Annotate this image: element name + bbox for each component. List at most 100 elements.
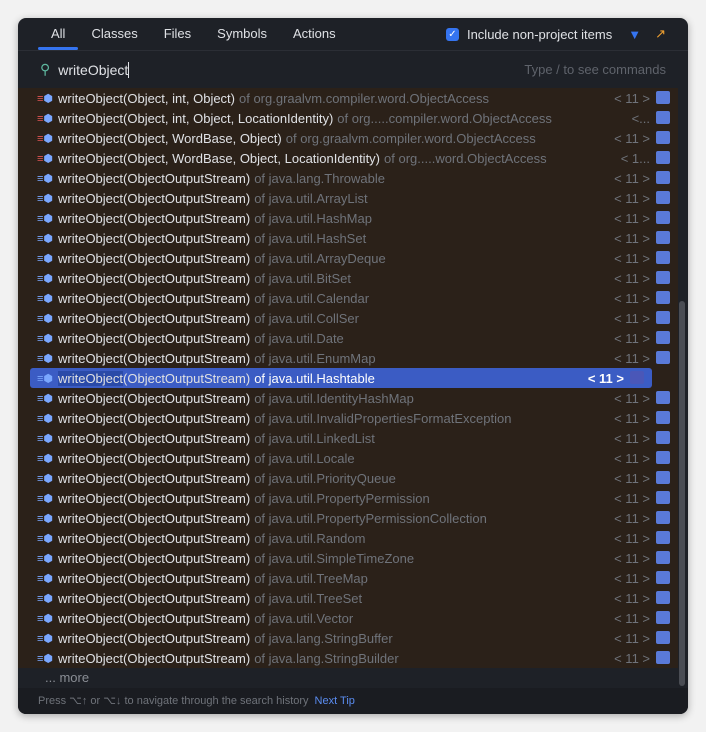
result-row[interactable]: ≡⬢ writeObject(ObjectOutputStream) of java…: [18, 408, 678, 428]
folder-icon: [656, 531, 670, 544]
folder-icon: [656, 591, 670, 604]
result-version: < 11 >: [614, 430, 650, 446]
result-row[interactable]: ≡⬢ writeObject(ObjectOutputStream) of java…: [18, 228, 678, 248]
result-location: of java.util.Hashtable: [254, 370, 375, 386]
scrollbar[interactable]: [679, 301, 685, 686]
result-row[interactable]: ≡⬢ writeObject(ObjectOutputStream) of java…: [18, 588, 678, 608]
result-row[interactable]: ≡⬢ writeObject(ObjectOutputStream) of java…: [18, 528, 678, 548]
result-location: of java.util.PropertyPermissionCollectio…: [254, 510, 487, 526]
folder-icon: [656, 611, 670, 624]
result-row[interactable]: ≡⬢ writeObject(ObjectOutputStream) of java…: [18, 568, 678, 588]
result-row[interactable]: ≡⬢ writeObject(Object, int, Object, Locat…: [18, 108, 678, 128]
folder-icon: [656, 171, 670, 184]
search-field[interactable]: ⚲ writeObject Type / to see commands: [18, 51, 688, 88]
result-row[interactable]: ≡⬢ writeObject(ObjectOutputStream) of java…: [18, 328, 678, 348]
method-icon: ≡⬢: [37, 292, 54, 305]
method-icon: ≡⬢: [37, 132, 54, 145]
method-icon: ≡⬢: [37, 232, 54, 245]
folder-icon: [656, 351, 670, 364]
result-version: < 11 >: [614, 270, 650, 286]
method-icon: ≡⬢: [37, 352, 54, 365]
result-name: writeObject(ObjectOutputStream): [58, 190, 251, 206]
result-name: writeObject(ObjectOutputStream): [58, 430, 251, 446]
method-icon: ≡⬢: [37, 412, 54, 425]
result-row[interactable]: ≡⬢ writeObject(ObjectOutputStream) of java…: [18, 288, 678, 308]
result-row[interactable]: ≡⬢ writeObject(Object, int, Object) of org…: [18, 88, 678, 108]
result-row[interactable]: ≡⬢ writeObject(ObjectOutputStream) of java…: [18, 188, 678, 208]
tab-bar: All Classes Files Symbols Actions ✓ Incl…: [18, 18, 688, 51]
folder-icon: [656, 291, 670, 304]
result-row[interactable]: ≡⬢ writeObject(ObjectOutputStream) of java…: [18, 508, 678, 528]
filter-icon[interactable]: ▼: [628, 27, 641, 42]
result-location: of java.util.InvalidPropertiesFormatExce…: [254, 410, 512, 426]
result-row[interactable]: ≡⬢ writeObject(ObjectOutputStream) of java…: [18, 208, 678, 228]
folder-icon: [656, 551, 670, 564]
method-icon: ≡⬢: [37, 592, 54, 605]
result-row[interactable]: ≡⬢ writeObject(ObjectOutputStream) of java…: [18, 488, 678, 508]
result-version: < 11 >: [614, 410, 650, 426]
include-checkbox[interactable]: ✓: [445, 27, 459, 41]
results-list: ≡⬢ writeObject(Object, int, Object) of org…: [18, 88, 678, 668]
result-version: <...: [631, 110, 650, 126]
method-icon: ≡⬢: [37, 472, 54, 485]
result-name: writeObject(ObjectOutputStream): [58, 350, 251, 366]
result-version: < 11 >: [614, 650, 650, 666]
search-input[interactable]: writeObject: [58, 62, 128, 78]
result-name: writeObject(ObjectOutputStream): [58, 470, 251, 486]
tab-actions[interactable]: Actions: [280, 18, 349, 50]
result-row[interactable]: ≡⬢ writeObject(ObjectOutputStream) of java…: [18, 168, 678, 188]
method-icon: ≡⬢: [37, 532, 54, 545]
result-row[interactable]: ≡⬢ writeObject(Object, WordBase, Object, …: [18, 148, 678, 168]
result-row[interactable]: ≡⬢ writeObject(ObjectOutputStream) of java…: [18, 448, 678, 468]
result-row[interactable]: ≡⬢ writeObject(ObjectOutputStream) of java…: [18, 608, 678, 628]
result-row[interactable]: ≡⬢ writeObject(ObjectOutputStream) of java…: [18, 308, 678, 328]
tab-symbols[interactable]: Symbols: [204, 18, 280, 50]
method-icon: ≡⬢: [37, 312, 54, 325]
result-location: of java.lang.StringBuffer: [254, 630, 393, 646]
result-name: writeObject(ObjectOutputStream): [58, 630, 251, 646]
result-name: writeObject(ObjectOutputStream): [58, 250, 251, 266]
result-row[interactable]: ≡⬢ writeObject(ObjectOutputStream) of java…: [18, 548, 678, 568]
method-icon: ≡⬢: [37, 192, 54, 205]
folder-icon: [656, 211, 670, 224]
result-row[interactable]: ≡⬢ writeObject(ObjectOutputStream) of java…: [18, 388, 678, 408]
tab-all[interactable]: All: [38, 18, 79, 50]
result-version: < 11 >: [614, 530, 650, 546]
result-row[interactable]: ≡⬢ writeObject(ObjectOutputStream) of java…: [18, 428, 678, 448]
next-tip-link[interactable]: Next Tip: [315, 695, 355, 707]
result-row[interactable]: ≡⬢ writeObject(ObjectOutputStream) of java…: [18, 628, 678, 648]
result-name: writeObject(ObjectOutputStream): [58, 410, 251, 426]
result-location: of java.util.PriorityQueue: [254, 470, 396, 486]
result-name: writeObject(ObjectOutputStream): [58, 370, 251, 386]
result-row[interactable]: ≡⬢ writeObject(ObjectOutputStream) of java…: [30, 368, 652, 388]
result-row[interactable]: ≡⬢ writeObject(ObjectOutputStream) of java…: [18, 468, 678, 488]
method-icon: ≡⬢: [37, 392, 54, 405]
result-version: < 11 >: [614, 90, 650, 106]
result-name: writeObject(ObjectOutputStream): [58, 210, 251, 226]
result-name: writeObject(ObjectOutputStream): [58, 490, 251, 506]
method-icon: ≡⬢: [37, 432, 54, 445]
folder-icon: [656, 631, 670, 644]
folder-icon: [656, 271, 670, 284]
method-icon: ≡⬢: [37, 512, 54, 525]
result-version: < 11 >: [614, 550, 650, 566]
result-row[interactable]: ≡⬢ writeObject(ObjectOutputStream) of java…: [18, 348, 678, 368]
more-link[interactable]: ... more: [18, 668, 678, 688]
folder-icon: [656, 651, 670, 664]
result-row[interactable]: ≡⬢ writeObject(ObjectOutputStream) of java…: [18, 648, 678, 668]
method-icon: ≡⬢: [37, 112, 54, 125]
folder-icon: [656, 411, 670, 424]
result-name: writeObject(ObjectOutputStream): [58, 330, 251, 346]
result-location: of java.util.IdentityHashMap: [254, 390, 414, 406]
method-icon: ≡⬢: [37, 572, 54, 585]
result-row[interactable]: ≡⬢ writeObject(ObjectOutputStream) of java…: [18, 248, 678, 268]
result-row[interactable]: ≡⬢ writeObject(Object, WordBase, Object) o…: [18, 128, 678, 148]
result-name: writeObject(ObjectOutputStream): [58, 390, 251, 406]
folder-icon: [656, 311, 670, 324]
include-label[interactable]: Include non-project items: [467, 27, 612, 42]
result-row[interactable]: ≡⬢ writeObject(ObjectOutputStream) of java…: [18, 268, 678, 288]
tab-classes[interactable]: Classes: [78, 18, 150, 50]
open-in-window-icon[interactable]: ↗: [655, 26, 666, 42]
tab-files[interactable]: Files: [151, 18, 204, 50]
result-location: of java.util.BitSet: [254, 270, 352, 286]
